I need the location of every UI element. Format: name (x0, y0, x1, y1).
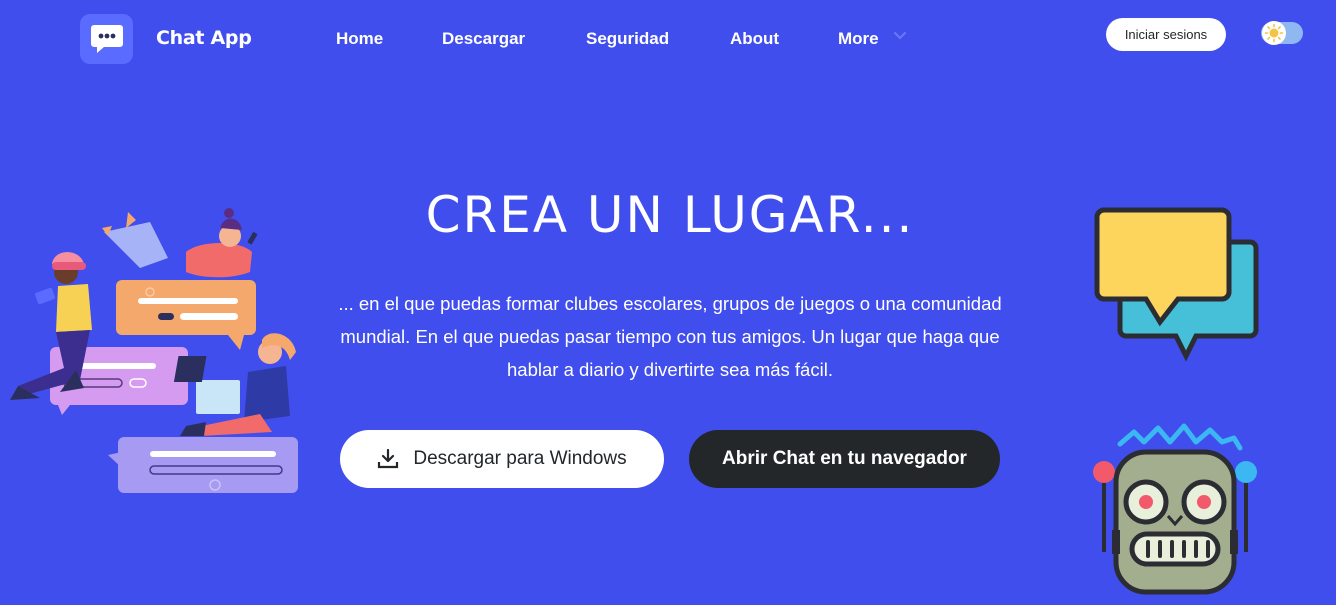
download-windows-button[interactable]: Descargar para Windows (340, 430, 664, 488)
nav-home[interactable]: Home (336, 29, 383, 49)
nav-about[interactable]: About (730, 29, 779, 49)
app-logo[interactable] (80, 14, 133, 64)
people-chatting-illustration (10, 208, 298, 493)
hero-line-1: ... en el que puedas formar clubes escol… (338, 293, 1002, 314)
chevron-down-icon[interactable] (892, 30, 908, 42)
download-icon (378, 448, 399, 469)
robot-illustration (1093, 423, 1257, 595)
sun-icon (1262, 21, 1286, 45)
hero-line-2: mundial. En el que puedas pasar tiempo c… (340, 326, 1000, 347)
nav-more[interactable]: More (838, 29, 879, 49)
hero-description: ... en el que puedas formar clubes escol… (300, 287, 1040, 386)
download-windows-label: Descargar para Windows (413, 448, 627, 469)
brand-name[interactable]: Chat App (156, 27, 252, 49)
hero-line-3: hablar a diario y divertirte sea más fác… (507, 359, 833, 380)
nav-seguridad[interactable]: Seguridad (586, 29, 669, 49)
nav-descargar[interactable]: Descargar (442, 29, 525, 49)
top-navigation: Chat App Home Descargar Seguridad About … (0, 0, 1336, 80)
open-in-browser-button[interactable]: Abrir Chat en tu navegador (689, 430, 1000, 488)
login-button[interactable]: Iniciar sesions (1106, 18, 1226, 51)
theme-toggle[interactable] (1261, 21, 1303, 45)
chat-bubble-icon (90, 25, 123, 53)
speech-bubbles-illustration (1094, 207, 1259, 362)
